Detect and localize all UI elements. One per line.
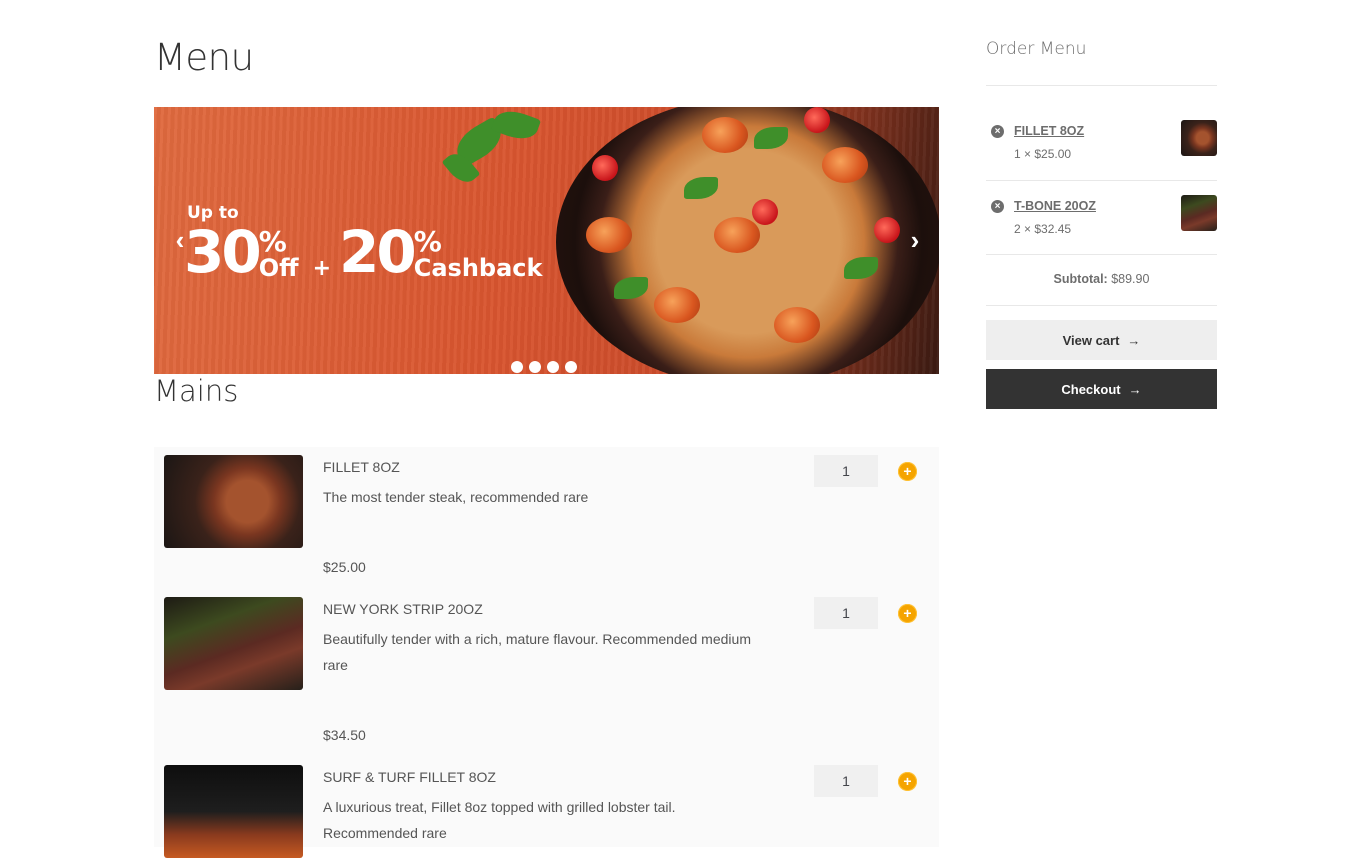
product-description: Beautifully tender with a rich, mature f… xyxy=(323,631,751,673)
shrimp xyxy=(774,307,820,343)
slider-dot[interactable] xyxy=(565,361,577,373)
tomato xyxy=(592,155,618,181)
promo-percent-sign-2: % xyxy=(413,225,442,258)
shrimp xyxy=(586,217,632,253)
subtotal-label: Subtotal: xyxy=(1053,272,1108,286)
cart-item-name[interactable]: FILLET 8OZ xyxy=(1014,124,1084,138)
view-cart-label: View cart xyxy=(1062,332,1120,348)
arrow-right-icon: → xyxy=(1127,332,1141,348)
page-title: Menu xyxy=(154,36,254,79)
add-to-cart-icon[interactable]: + xyxy=(898,772,917,791)
quantity-input[interactable] xyxy=(814,597,878,629)
promo-off: Off xyxy=(258,254,299,282)
divider xyxy=(986,254,1217,255)
arrow-right-icon: → xyxy=(1128,381,1142,397)
product-description: A luxurious treat, Fillet 8oz topped wit… xyxy=(323,799,676,841)
cart-item-thumbnail[interactable] xyxy=(1181,120,1217,156)
checkout-button[interactable]: Checkout → xyxy=(986,369,1217,409)
product-description: The most tender steak, recommended rare xyxy=(323,489,589,505)
cart-item: × T-BONE 20OZ 2 × $32.45 xyxy=(986,195,1217,269)
promo-text: Up to 30 % Off + 20 % Cashback xyxy=(184,203,548,281)
remove-icon[interactable]: × xyxy=(991,200,1004,213)
cart-item: × FILLET 8OZ 1 × $25.00 xyxy=(986,120,1217,194)
product-name: NEW YORK STRIP 20OZ xyxy=(323,601,483,617)
tomato xyxy=(804,107,830,133)
promo-percent-2: 20 xyxy=(339,218,417,286)
cart-item-qty-price: 2 × $32.45 xyxy=(1014,222,1072,236)
product-row: NEW YORK STRIP 20OZ Beautifully tender w… xyxy=(154,589,939,757)
slider-dot[interactable] xyxy=(547,361,559,373)
product-price: $34.50 xyxy=(323,727,366,743)
remove-icon[interactable]: × xyxy=(991,125,1004,138)
promo-percent-sign-1: % xyxy=(258,225,287,258)
shrimp xyxy=(822,147,868,183)
product-image[interactable] xyxy=(164,597,303,690)
slider-dots xyxy=(511,361,577,373)
promo-percent-1: 30 xyxy=(184,218,262,286)
cart-item-qty-price: 1 × $25.00 xyxy=(1014,147,1072,161)
slider-dot[interactable] xyxy=(529,361,541,373)
product-image[interactable] xyxy=(164,455,303,548)
add-to-cart-icon[interactable]: + xyxy=(898,604,917,623)
add-to-cart-icon[interactable]: + xyxy=(898,462,917,481)
quantity-input[interactable] xyxy=(814,765,878,797)
quantity-input[interactable] xyxy=(814,455,878,487)
shrimp xyxy=(702,117,748,153)
divider xyxy=(986,85,1217,86)
shrimp xyxy=(714,217,760,253)
divider xyxy=(986,305,1217,306)
product-name: FILLET 8OZ xyxy=(323,459,400,475)
promo-banner-slider[interactable]: Up to 30 % Off + 20 % Cashback ‹ › xyxy=(154,107,939,374)
checkout-label: Checkout xyxy=(1061,381,1121,397)
cart-subtotal: Subtotal: $89.90 xyxy=(986,272,1217,286)
promo-plus: + xyxy=(312,256,331,281)
tomato xyxy=(752,199,778,225)
promo-cashback: Cashback xyxy=(413,254,543,282)
cart-item-name[interactable]: T-BONE 20OZ xyxy=(1014,199,1096,213)
cart-item-thumbnail[interactable] xyxy=(1181,195,1217,231)
product-row: SURF & TURF FILLET 8OZ A luxurious treat… xyxy=(154,757,939,858)
sidebar-title: Order Menu xyxy=(986,39,1087,59)
product-image[interactable] xyxy=(164,765,303,858)
slider-dot[interactable] xyxy=(511,361,523,373)
product-price: $25.00 xyxy=(323,559,366,575)
view-cart-button[interactable]: View cart → xyxy=(986,320,1217,360)
subtotal-value: $89.90 xyxy=(1111,272,1150,286)
shrimp xyxy=(654,287,700,323)
divider xyxy=(986,180,1217,181)
tomato xyxy=(874,217,900,243)
product-list: FILLET 8OZ The most tender steak, recomm… xyxy=(154,447,939,858)
chevron-left-icon[interactable]: ‹ xyxy=(168,227,192,253)
product-row: FILLET 8OZ The most tender steak, recomm… xyxy=(154,447,939,589)
chevron-right-icon[interactable]: › xyxy=(903,227,927,253)
section-title: Mains xyxy=(154,374,239,408)
product-name: SURF & TURF FILLET 8OZ xyxy=(323,769,496,785)
